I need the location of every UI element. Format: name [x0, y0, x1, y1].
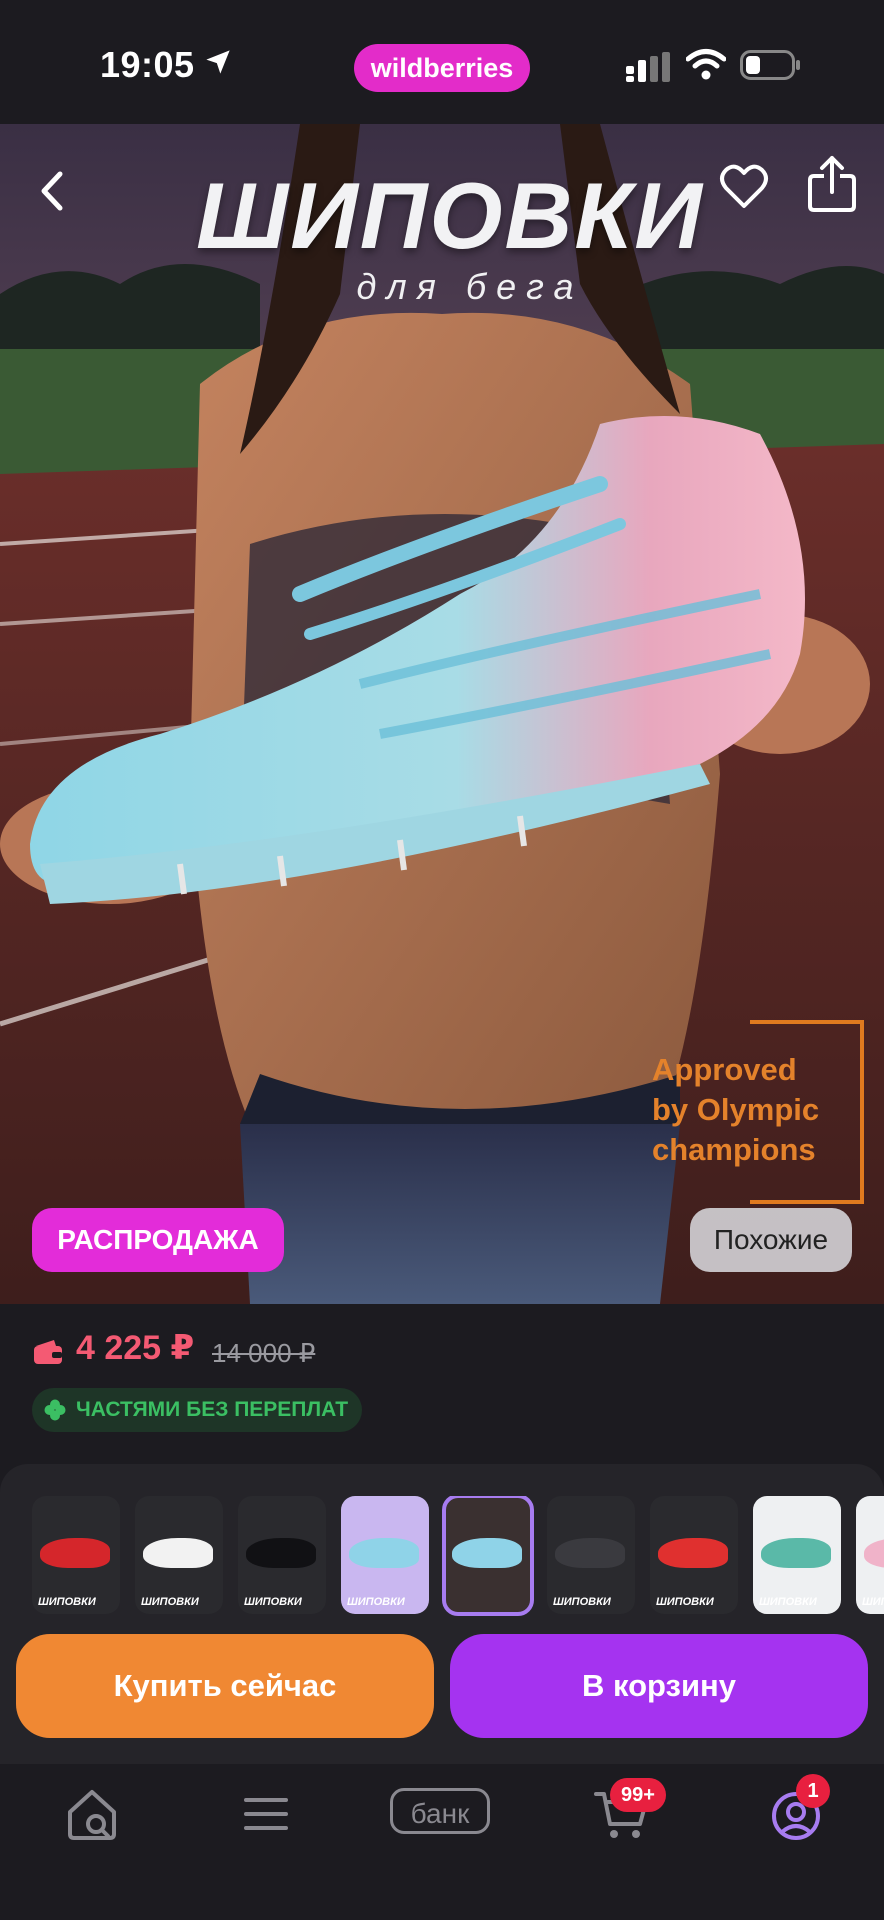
olympic-approval-text: Approved by Olympic champions — [652, 1050, 862, 1170]
wifi-icon — [686, 49, 726, 80]
thumbnail-caption: ШИПОВКИ — [347, 1596, 405, 1608]
gallery-thumbnail[interactable]: ШИПОВКИ — [650, 1496, 738, 1614]
wallet-icon — [34, 1340, 62, 1364]
location-arrow-icon — [206, 50, 230, 74]
tab-bar: банк 99+ 1 — [0, 1764, 884, 1920]
buy-now-button[interactable]: Купить сейчас — [16, 1634, 434, 1738]
thumbnail-caption: ШИПОВКИ — [553, 1596, 611, 1608]
thumbnail-shoe — [555, 1538, 625, 1568]
gallery-thumbnail[interactable]: ШИПОВКИ — [32, 1496, 120, 1614]
bottom-panel: ШИПОВКИ ШИПОВКИ ШИПОВКИ ШИПОВКИ ШИПОВКИ ШИПОВ… — [0, 1464, 884, 1764]
bank-tab[interactable]: банк — [390, 1788, 490, 1834]
thumbnail-strip[interactable]: ШИПОВКИ ШИПОВКИ ШИПОВКИ ШИПОВКИ ШИПОВКИ ШИПОВ… — [32, 1496, 884, 1616]
thumbnail-shoe — [143, 1538, 213, 1568]
installment-badge[interactable]: ЧАСТЯМИ БЕЗ ПЕРЕПЛАТ — [32, 1388, 363, 1432]
thumbnail-shoe — [864, 1538, 884, 1568]
sale-badge[interactable]: РАСПРОДАЖА — [32, 1208, 284, 1272]
add-to-cart-button[interactable]: В корзину — [450, 1634, 868, 1738]
gallery-thumbnail[interactable]: ШИПОВКИ — [856, 1496, 884, 1614]
brand-logo: wildberries — [354, 44, 530, 92]
current-price: 4 225 ₽ — [76, 1329, 195, 1367]
gallery-thumbnail[interactable]: ШИПОВКИ — [135, 1496, 223, 1614]
thumbnail-shoe — [452, 1538, 522, 1568]
hero-title: ШИПОВКИ — [196, 163, 704, 268]
gallery-thumbnail[interactable]: ШИПОВКИ — [238, 1496, 326, 1614]
thumbnail-caption: ШИПОВКИ — [862, 1596, 884, 1608]
thumbnail-caption: ШИПОВКИ — [656, 1596, 714, 1608]
product-hero-image[interactable]: ШИПОВКИ для бега Approved by Olympic cha… — [0, 124, 884, 1304]
status-bar: 19:05 wildberries — [0, 0, 884, 124]
thumbnail-shoe — [246, 1538, 316, 1568]
menu-icon[interactable] — [236, 1784, 296, 1844]
thumbnail-caption: ШИПОВКИ — [244, 1596, 302, 1608]
profile-notification-badge: 1 — [796, 1774, 830, 1808]
clover-icon — [44, 1399, 66, 1421]
installment-label: ЧАСТЯМИ БЕЗ ПЕРЕПЛАТ — [76, 1398, 349, 1421]
thumbnail-shoe — [40, 1538, 110, 1568]
back-arrow-icon[interactable] — [32, 166, 72, 216]
battery-icon — [740, 50, 800, 80]
home-search-icon[interactable] — [62, 1784, 122, 1844]
olympic-line: by Olympic — [652, 1092, 820, 1127]
cellular-signal-icon — [626, 52, 670, 82]
olympic-line: Approved — [652, 1052, 797, 1087]
gallery-thumbnail[interactable]: ШИПОВКИ — [341, 1496, 429, 1614]
thumbnail-caption: ШИПОВКИ — [141, 1596, 199, 1608]
similar-button[interactable]: Похожие — [690, 1208, 852, 1272]
thumbnail-shoe — [761, 1538, 831, 1568]
gallery-thumbnail[interactable] — [442, 1496, 534, 1616]
old-price: 14 000 ₽ — [212, 1338, 316, 1368]
hero-subtitle: для бега — [356, 266, 584, 307]
cart-count-badge: 99+ — [610, 1778, 666, 1812]
status-time: 19:05 — [100, 44, 195, 85]
thumbnail-shoe — [658, 1538, 728, 1568]
thumbnail-caption: ШИПОВКИ — [759, 1596, 817, 1608]
thumbnail-caption: ШИПОВКИ — [38, 1596, 96, 1608]
price-section: 4 225 ₽ 14 000 ₽ ЧАСТЯМИ БЕЗ ПЕРЕПЛАТ — [0, 1304, 884, 1460]
gallery-thumbnail[interactable]: ШИПОВКИ — [753, 1496, 841, 1614]
olympic-line: champions — [652, 1132, 816, 1167]
gallery-thumbnail[interactable]: ШИПОВКИ — [547, 1496, 635, 1614]
share-icon[interactable] — [806, 154, 858, 214]
thumbnail-shoe — [349, 1538, 419, 1568]
